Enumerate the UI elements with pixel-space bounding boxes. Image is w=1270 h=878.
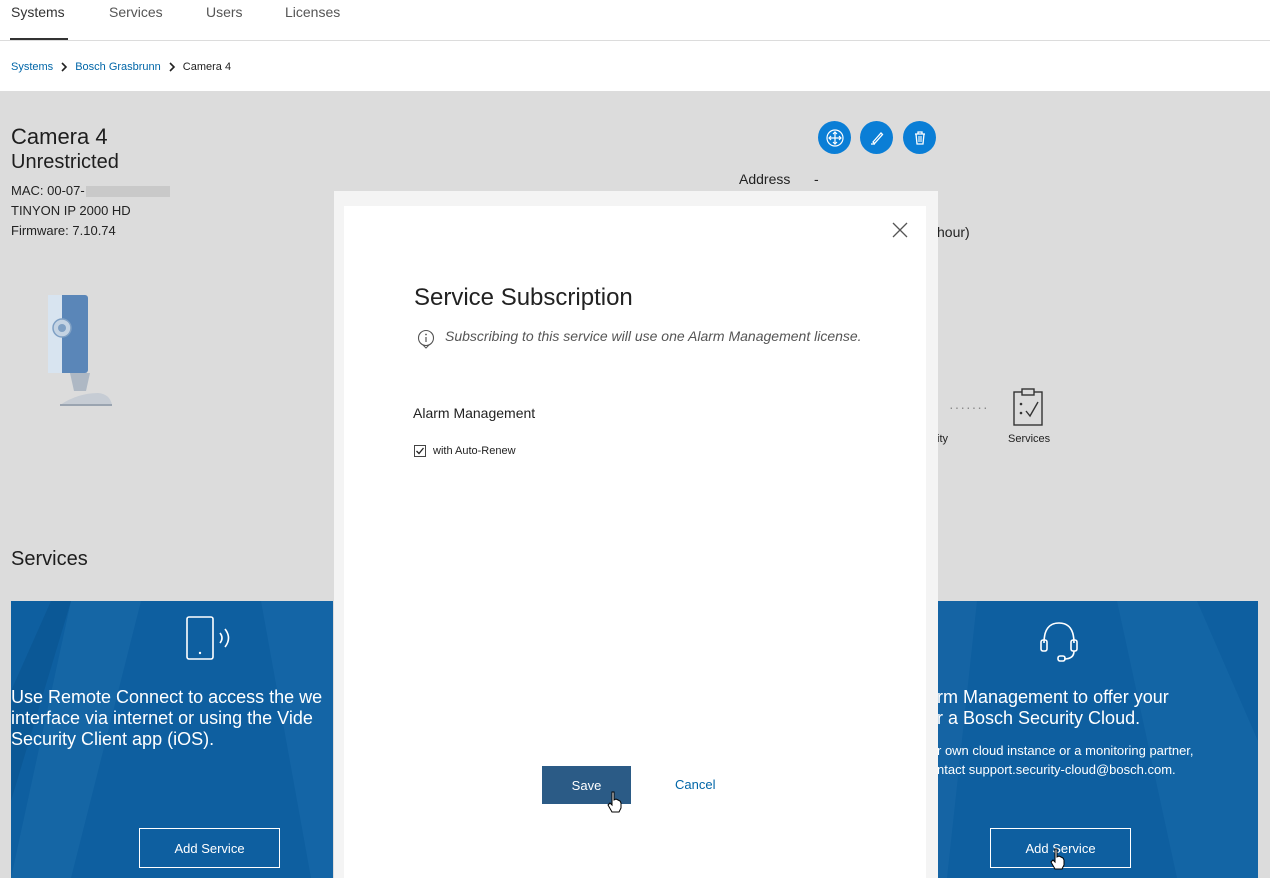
chevron-right-icon — [53, 62, 75, 72]
move-button[interactable] — [818, 121, 851, 154]
address-label: Address — [739, 171, 791, 187]
address-value: - — [814, 171, 819, 187]
alarm-management-note-2: ntact support.security-cloud@bosch.com. — [937, 762, 1176, 777]
alarm-management-line-1: rm Management to offer your — [937, 687, 1169, 707]
services-clipboard-icon — [1013, 388, 1043, 426]
auto-renew-option[interactable]: with Auto-Renew — [414, 445, 516, 457]
camera-image — [48, 295, 112, 406]
hand-cursor-icon — [607, 791, 622, 813]
device-mac: MAC: 00-07- — [11, 183, 170, 198]
device-firmware: Firmware: 7.10.74 — [11, 223, 116, 238]
active-tab-indicator — [10, 38, 68, 40]
step-connector: ······· — [949, 399, 989, 415]
checkmark-icon — [416, 447, 425, 455]
edit-button[interactable] — [860, 121, 893, 154]
delete-button[interactable] — [903, 121, 936, 154]
breadcrumb-systems[interactable]: Systems — [11, 61, 53, 73]
partial-hour-text: hour) — [937, 224, 970, 240]
chevron-right-icon — [161, 62, 183, 72]
device-model: TINYON IP 2000 HD — [11, 203, 131, 218]
auto-renew-checkbox[interactable] — [414, 445, 426, 457]
alarm-management-card: rm Management to offer your r a Bosch Se… — [937, 601, 1258, 878]
alarm-management-line-2: r a Bosch Security Cloud. — [937, 708, 1141, 728]
tab-systems[interactable]: Systems — [11, 4, 65, 20]
hand-cursor-icon — [1050, 848, 1065, 870]
add-service-button[interactable]: Add Service — [139, 828, 280, 868]
dialog-title: Service Subscription — [414, 284, 633, 311]
tab-licenses[interactable]: Licenses — [285, 4, 340, 20]
auto-renew-label: with Auto-Renew — [433, 445, 516, 457]
service-subscription-dialog: Service Subscription Subscribing to this… — [344, 206, 926, 878]
remote-connect-line-2: interface via internet or using the Vide — [11, 708, 313, 728]
dialog-info-text: Subscribing to this service will use one… — [445, 328, 862, 344]
mac-prefix: MAC: 00-07- — [11, 183, 85, 198]
headset-icon — [1040, 622, 1078, 662]
device-name: Camera 4 — [11, 124, 108, 149]
close-icon[interactable] — [890, 220, 910, 240]
service-name: Alarm Management — [413, 405, 536, 421]
info-icon — [417, 329, 435, 349]
move-icon — [825, 128, 844, 147]
remote-connect-line-3: Security Client app (iOS). — [11, 729, 215, 749]
tab-users[interactable]: Users — [206, 4, 243, 20]
remote-connect-line-1: Use Remote Connect to access the we — [11, 687, 323, 707]
tab-services[interactable]: Services — [109, 4, 163, 20]
top-nav: Systems Services Users Licenses — [0, 0, 1270, 41]
alarm-management-note-1: r own cloud instance or a monitoring par… — [937, 743, 1194, 758]
edit-icon — [870, 131, 883, 145]
device-status: Unrestricted — [11, 151, 119, 173]
cancel-button[interactable]: Cancel — [675, 777, 715, 792]
phone-signal-icon — [186, 616, 230, 660]
breadcrumb: Systems Bosch Grasbrunn Camera 4 — [11, 59, 231, 75]
mac-redacted — [85, 186, 170, 198]
breadcrumb-site[interactable]: Bosch Grasbrunn — [75, 61, 161, 73]
services-section-title: Services — [11, 548, 88, 570]
breadcrumb-device: Camera 4 — [182, 61, 232, 73]
connectivity-step-label: ity — [937, 433, 948, 445]
services-step-label: Services — [1008, 433, 1051, 445]
trash-icon — [914, 130, 925, 145]
remote-connect-card: Use Remote Connect to access the we inte… — [11, 601, 333, 878]
